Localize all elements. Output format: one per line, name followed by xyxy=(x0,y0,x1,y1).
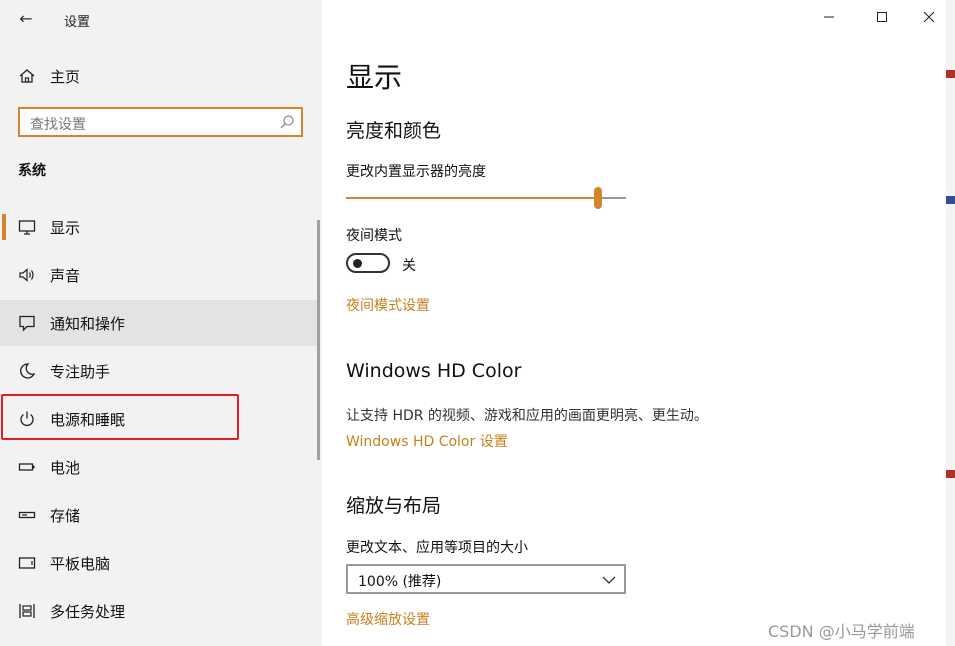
sidebar-item-label: 电池 xyxy=(50,459,81,477)
minimize-button[interactable] xyxy=(806,8,852,30)
sidebar-item-label: 显示 xyxy=(50,219,81,237)
night-mode-toggle[interactable] xyxy=(346,253,390,273)
maximize-icon xyxy=(877,12,887,22)
sidebar-item-tablet[interactable]: 平板电脑 xyxy=(0,540,318,586)
hdr-settings-link[interactable]: Windows HD Color 设置 xyxy=(346,431,508,451)
watermark: CSDN @小马学前端 xyxy=(768,622,915,641)
slider-thumb[interactable] xyxy=(594,187,602,209)
maximize-button[interactable] xyxy=(859,8,905,30)
sidebar-item-sound[interactable]: 声音 xyxy=(0,252,318,298)
advanced-scale-link[interactable]: 高级缩放设置 xyxy=(346,609,430,629)
section-heading-hdr: Windows HD Color xyxy=(346,360,522,382)
sidebar-item-label: 存储 xyxy=(50,507,81,525)
sidebar-item-label: 平板电脑 xyxy=(50,555,111,573)
sidebar-item-display[interactable]: 显示 xyxy=(0,204,318,250)
notification-icon xyxy=(19,315,35,332)
scale-dropdown[interactable]: 100% (推荐) xyxy=(346,564,626,594)
background-mark xyxy=(946,70,955,78)
title-bar-left: ← 设置 xyxy=(0,0,322,38)
sidebar-item-storage[interactable]: 存储 xyxy=(0,492,318,538)
search-placeholder: 查找设置 xyxy=(30,117,86,133)
section-heading-brightness: 亮度和颜色 xyxy=(346,120,442,142)
minimize-icon xyxy=(824,16,834,18)
scale-dropdown-value: 100% (推荐) xyxy=(358,574,442,590)
sidebar-scrollbar[interactable] xyxy=(317,220,320,460)
night-mode-state: 关 xyxy=(402,258,416,274)
home-icon xyxy=(19,69,35,83)
sidebar-item-label: 通知和操作 xyxy=(50,315,126,333)
sidebar-item-label: 多任务处理 xyxy=(50,603,126,621)
hdr-description: 让支持 HDR 的视频、游戏和应用的画面更明亮、更生动。 xyxy=(346,408,708,424)
section-title: 系统 xyxy=(18,163,46,179)
multitask-icon xyxy=(19,604,35,618)
tablet-icon xyxy=(18,557,36,569)
chevron-down-icon xyxy=(602,576,616,584)
background-mark xyxy=(946,196,955,204)
sidebar-item-label: 专注助手 xyxy=(50,363,111,381)
sidebar-item-home[interactable]: 主页 xyxy=(0,60,322,92)
background-edge xyxy=(946,0,955,646)
toggle-knob xyxy=(353,259,362,268)
close-icon xyxy=(923,11,935,23)
night-mode-settings-link[interactable]: 夜间模式设置 xyxy=(346,295,430,315)
sidebar-item-focus-assist[interactable]: 专注助手 xyxy=(0,348,318,394)
close-button[interactable] xyxy=(906,8,952,30)
app-title: 设置 xyxy=(64,15,91,30)
night-mode-label: 夜间模式 xyxy=(346,228,402,244)
sidebar: ← 设置 主页 查找设置 系统 显示 声音 通知和操作 专注助手 电源和睡眠 电… xyxy=(0,0,322,646)
slider-fill xyxy=(346,197,598,199)
sidebar-item-notifications[interactable]: 通知和操作 xyxy=(0,300,318,346)
storage-icon xyxy=(18,511,36,519)
search-icon[interactable] xyxy=(279,114,295,130)
highlight-box xyxy=(1,394,239,440)
brightness-slider-label: 更改内置显示器的亮度 xyxy=(346,164,486,180)
search-input[interactable]: 查找设置 xyxy=(18,107,303,137)
main-content: 显示 亮度和颜色 更改内置显示器的亮度 夜间模式 关 夜间模式设置 Window… xyxy=(322,0,946,646)
battery-icon xyxy=(18,463,35,471)
back-button[interactable]: ← xyxy=(12,8,40,30)
settings-window: ← 设置 主页 查找设置 系统 显示 声音 通知和操作 专注助手 电源和睡眠 电… xyxy=(0,0,946,646)
brightness-slider[interactable] xyxy=(346,187,626,209)
sidebar-item-battery[interactable]: 电池 xyxy=(0,444,318,490)
background-mark xyxy=(946,470,955,478)
scale-label: 更改文本、应用等项目的大小 xyxy=(346,540,528,556)
section-heading-scale: 缩放与布局 xyxy=(346,495,442,517)
sidebar-item-label: 主页 xyxy=(50,68,81,86)
speaker-icon xyxy=(19,268,34,282)
sidebar-item-label: 声音 xyxy=(50,267,81,285)
moon-icon xyxy=(20,363,36,379)
monitor-icon xyxy=(18,220,36,235)
page-title: 显示 xyxy=(346,61,403,94)
sidebar-item-multitasking[interactable]: 多任务处理 xyxy=(0,588,318,634)
